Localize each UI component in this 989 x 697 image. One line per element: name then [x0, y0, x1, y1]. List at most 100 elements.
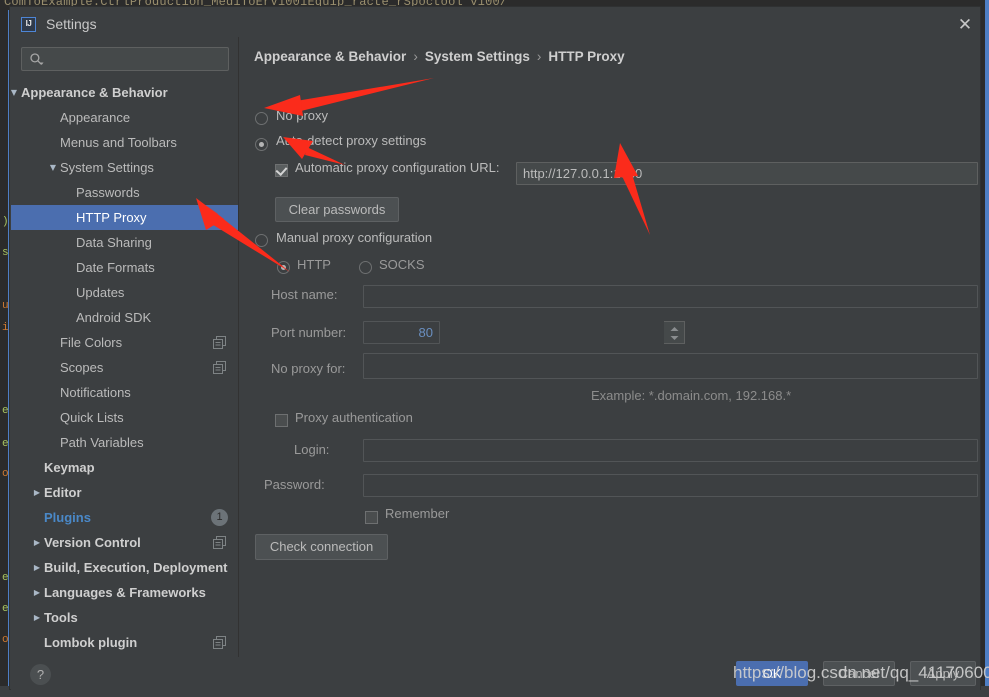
sidebar-item-data-sharing[interactable]: Data Sharing [11, 230, 238, 255]
background-code-fragment: e [2, 572, 9, 584]
radio-http[interactable] [277, 261, 290, 274]
search-input[interactable] [50, 48, 230, 72]
sidebar-item-appearance-behavior[interactable]: ▼ Appearance & Behavior [11, 80, 238, 105]
sidebar-item-date-formats[interactable]: Date Formats [11, 255, 238, 280]
sidebar-item-appearance[interactable]: Appearance [11, 105, 238, 130]
sidebar-item-passwords[interactable]: Passwords [11, 180, 238, 205]
sidebar-item-label: Version Control [44, 535, 141, 550]
help-button[interactable]: ? [30, 664, 51, 685]
breadcrumb-part-3: HTTP Proxy [548, 49, 625, 64]
sidebar-item-languages-frameworks[interactable]: ▶ Languages & Frameworks [11, 580, 238, 605]
close-icon[interactable]: ✕ [951, 12, 979, 38]
sidebar-item-quick-lists[interactable]: Quick Lists [11, 405, 238, 430]
sidebar-item-label: Quick Lists [60, 410, 124, 425]
copy-icon[interactable] [213, 636, 226, 649]
label-proxy-authentication[interactable]: Proxy authentication [295, 410, 413, 425]
no-proxy-for-input[interactable] [363, 353, 978, 379]
sidebar-item-android-sdk[interactable]: Android SDK [11, 305, 238, 330]
sidebar-item-scopes[interactable]: Scopes [11, 355, 238, 380]
chevron-right-icon[interactable]: ▶ [31, 580, 43, 605]
background-code-fragment: o [2, 468, 9, 480]
port-number-input[interactable] [363, 321, 440, 344]
sidebar-item-label: Appearance [60, 110, 131, 125]
clear-passwords-button[interactable]: Clear passwords [275, 197, 399, 222]
radio-socks[interactable] [359, 261, 372, 274]
label-port-number: Port number: [271, 325, 347, 340]
breadcrumb: Appearance & Behavior › System Settings › HT… [254, 49, 625, 64]
sidebar-item-lombok-plugin[interactable]: Lombok plugin [11, 630, 238, 655]
sidebar-item-keymap[interactable]: Keymap [11, 455, 238, 480]
sidebar-item-label: Plugins [44, 510, 91, 525]
sidebar-item-tools[interactable]: ▶ Tools [11, 605, 238, 630]
label-password: Password: [264, 477, 325, 492]
label-no-proxy[interactable]: No proxy [276, 108, 328, 123]
login-input[interactable] [363, 439, 978, 462]
label-remember[interactable]: Remember [385, 506, 449, 521]
label-socks[interactable]: SOCKS [379, 257, 425, 272]
radio-manual-proxy[interactable] [255, 234, 268, 247]
copy-icon[interactable] [213, 336, 226, 349]
sidebar-item-label: Appearance & Behavior [21, 85, 168, 100]
sidebar-item-label: System Settings [60, 160, 154, 175]
check-connection-button[interactable]: Check connection [255, 534, 388, 560]
chevron-down-icon[interactable]: ▼ [11, 80, 20, 105]
sidebar-item-menus-and-toolbars[interactable]: Menus and Toolbars [11, 130, 238, 155]
chevron-right-icon[interactable]: ▶ [31, 530, 43, 555]
chevron-right-icon[interactable]: ▶ [31, 605, 43, 630]
chevron-down-icon[interactable]: ▼ [47, 155, 59, 180]
background-code-fragment: i [2, 322, 9, 334]
radio-auto-detect-proxy[interactable] [255, 138, 268, 151]
port-number-stepper[interactable] [664, 321, 685, 344]
sidebar-item-notifications[interactable]: Notifications [11, 380, 238, 405]
sidebar-item-label: Scopes [60, 360, 104, 375]
sidebar-item-label: Path Variables [60, 435, 144, 450]
search-box[interactable] [21, 47, 230, 72]
label-login: Login: [294, 442, 330, 457]
sidebar-item-label: Data Sharing [76, 235, 152, 250]
checkbox-remember[interactable] [365, 511, 378, 524]
sidebar-item-path-variables[interactable]: Path Variables [11, 430, 238, 455]
intellij-logo-icon: IJ [21, 17, 36, 32]
label-automatic-proxy-url[interactable]: Automatic proxy configuration URL: [295, 160, 499, 175]
sidebar-item-updates[interactable]: Updates [11, 280, 238, 305]
host-name-input[interactable] [363, 285, 978, 308]
sidebar-item-system-settings[interactable]: ▼ System Settings [11, 155, 238, 180]
sidebar-item-label: Passwords [76, 185, 140, 200]
sidebar-item-http-proxy[interactable]: HTTP Proxy [11, 205, 238, 230]
checkbox-automatic-proxy-url[interactable] [275, 164, 288, 177]
sidebar-item-file-colors[interactable]: File Colors [11, 330, 238, 355]
chevron-right-icon[interactable]: ▶ [31, 555, 43, 580]
stepper-arrows-icon [670, 327, 679, 340]
label-auto-detect-proxy[interactable]: Auto-detect proxy settings [276, 133, 426, 148]
sidebar-item-version-control[interactable]: ▶ Version Control [11, 530, 238, 555]
breadcrumb-part-1[interactable]: Appearance & Behavior [254, 49, 406, 64]
breadcrumb-part-2[interactable]: System Settings [425, 49, 530, 64]
sidebar-item-build-execution-deployment[interactable]: ▶ Build, Execution, Deployment [11, 555, 238, 580]
label-http[interactable]: HTTP [297, 257, 331, 272]
automatic-proxy-url-input[interactable] [516, 162, 978, 185]
sidebar-item-plugins[interactable]: Plugins 1 [11, 505, 238, 530]
background-code-fragment: s [2, 247, 9, 259]
sidebar-item-label: Keymap [44, 460, 95, 475]
settings-sidebar: ▼ Appearance & Behavior Appearance Menus an… [11, 37, 239, 657]
label-manual-proxy[interactable]: Manual proxy configuration [276, 230, 432, 245]
dialog-title: Settings [46, 16, 97, 32]
radio-no-proxy[interactable] [255, 112, 268, 125]
password-input[interactable] [363, 474, 978, 497]
chevron-right-icon[interactable]: ▶ [31, 480, 43, 505]
checkbox-proxy-authentication[interactable] [275, 414, 288, 427]
sidebar-item-editor[interactable]: ▶ Editor [11, 480, 238, 505]
background-code-fragment: e [2, 603, 9, 615]
http-proxy-panel: Appearance & Behavior › System Settings › HT… [239, 37, 980, 657]
copy-icon[interactable] [213, 361, 226, 374]
settings-tree: ▼ Appearance & Behavior Appearance Menus an… [11, 80, 238, 655]
background-code-fragment: e [2, 405, 9, 417]
sidebar-item-label: Android SDK [76, 310, 152, 325]
sidebar-item-label: Tools [44, 610, 78, 625]
sidebar-item-label: Date Formats [76, 260, 155, 275]
sidebar-item-badge: 1 [211, 509, 228, 526]
dialog-titlebar: IJ Settings ✕ [10, 7, 980, 37]
sidebar-item-label: Updates [76, 285, 125, 300]
sidebar-item-label: File Colors [60, 335, 123, 350]
copy-icon[interactable] [213, 536, 226, 549]
